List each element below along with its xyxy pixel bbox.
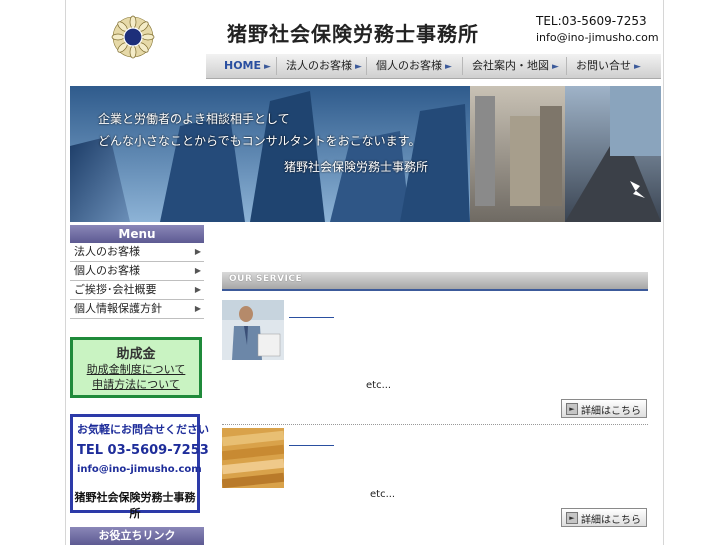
grant-box: 助成金 助成金制度について 申請方法について bbox=[70, 337, 202, 398]
triangle-right-icon: ▶ bbox=[194, 285, 201, 294]
nav-company[interactable]: 会社案内・地図 ► bbox=[472, 54, 559, 78]
chevron-right-icon: ► bbox=[552, 62, 559, 72]
service-heading: OUR SERVICE bbox=[222, 272, 648, 291]
nav-company-label: 会社案内・地図 bbox=[472, 59, 549, 72]
contact-phone: TEL 03-5609-7253 bbox=[77, 443, 209, 458]
nav-contact-label: お問い合せ bbox=[576, 59, 631, 72]
service-photo-businessman bbox=[222, 300, 284, 360]
header-phone: TEL:03-5609-7253 bbox=[536, 14, 647, 28]
nav-corporate[interactable]: 法人のお客様 ► bbox=[286, 54, 362, 78]
sidebar-item-individual[interactable]: 個人のお客様 ▶ bbox=[70, 262, 204, 281]
contact-office-name: 猪野社会保険労務士事務所 bbox=[74, 491, 196, 520]
service-1-details-button[interactable]: ► 詳細はこちら bbox=[561, 399, 647, 418]
sidebar-item-corporate[interactable]: 法人のお客様 ▶ bbox=[70, 243, 204, 262]
service-2-etc: etc... bbox=[370, 489, 396, 500]
sidebar-item-label: 個人のお客様 bbox=[74, 264, 140, 277]
nav-contact[interactable]: お問い合せ ► bbox=[576, 54, 641, 78]
page: 猪野社会保険労務士事務所 TEL:03-5609-7253 info@ino-j… bbox=[0, 0, 727, 545]
contact-email: info@ino-jimusho.com bbox=[77, 464, 202, 475]
sidebar-item-label: 個人情報保護方針 bbox=[74, 302, 162, 315]
sidebar-item-greeting[interactable]: ご挨拶･会社概要 ▶ bbox=[70, 281, 204, 300]
chevron-right-icon: ► bbox=[634, 62, 641, 72]
arrow-right-icon: ► bbox=[566, 512, 578, 524]
site-title: 猪野社会保険労務士事務所 bbox=[227, 22, 479, 46]
hero-banner: 企業と労働者のよき相談相手として どんな小さなことからでもコンサルタントをおこな… bbox=[70, 86, 661, 222]
nav-divider bbox=[462, 57, 463, 75]
details-button-label: 詳細はこちら bbox=[581, 406, 641, 417]
hero-office-name: 猪野社会保険労務士事務所 bbox=[284, 160, 429, 174]
nav-divider bbox=[276, 57, 277, 75]
hero-tagline-2: どんな小さなことからでもコンサルタントをおこないます。 bbox=[98, 134, 421, 148]
service-1-link[interactable] bbox=[289, 316, 334, 318]
triangle-right-icon: ▶ bbox=[194, 266, 201, 275]
menu-title: Menu bbox=[70, 225, 204, 243]
grant-system-link[interactable]: 助成金制度について bbox=[73, 362, 199, 377]
details-button-label: 詳細はこちら bbox=[581, 515, 641, 526]
triangle-right-icon: ▶ bbox=[194, 247, 201, 256]
grant-application-link[interactable]: 申請方法について bbox=[73, 377, 199, 392]
service-photo-signs bbox=[222, 428, 284, 488]
nav-divider bbox=[566, 57, 567, 75]
sidebar-item-privacy[interactable]: 個人情報保護方針 ▶ bbox=[70, 300, 204, 319]
nav-individual-label: 個人のお客様 bbox=[376, 59, 442, 72]
service-2-link[interactable] bbox=[289, 444, 334, 446]
nav-home-label: HOME bbox=[224, 59, 262, 72]
sr-logo-icon[interactable] bbox=[111, 15, 155, 59]
service-heading-label: OUR SERVICE bbox=[229, 274, 303, 284]
sidebar-item-label: 法人のお客様 bbox=[74, 245, 140, 258]
chevron-right-icon: ► bbox=[445, 62, 452, 72]
contact-invite: お気軽にお問合せください bbox=[77, 423, 209, 436]
nav-divider bbox=[366, 57, 367, 75]
service-2-details-button[interactable]: ► 詳細はこちら bbox=[561, 508, 647, 527]
nav-home[interactable]: HOME ► bbox=[224, 54, 271, 78]
header-email[interactable]: info@ino-jimusho.com bbox=[536, 31, 659, 44]
sidebar-menu: Menu 法人のお客様 ▶ 個人のお客様 ▶ ご挨拶･会社概要 ▶ 個人情報保護… bbox=[70, 225, 204, 319]
service-divider bbox=[222, 424, 648, 425]
nav-individual[interactable]: 個人のお客様 ► bbox=[376, 54, 452, 78]
main-nav: HOME ► 法人のお客様 ► 個人のお客様 ► 会社案内・地図 ► お問い合せ ► bbox=[206, 54, 661, 79]
chevron-right-icon: ► bbox=[264, 62, 271, 72]
chevron-right-icon: ► bbox=[355, 62, 362, 72]
triangle-right-icon: ▶ bbox=[194, 304, 201, 313]
service-1-etc: etc... bbox=[366, 380, 392, 391]
nav-corporate-label: 法人のお客様 bbox=[286, 59, 352, 72]
arrow-right-icon: ► bbox=[566, 403, 578, 415]
grant-title: 助成金 bbox=[116, 347, 156, 362]
sidebar-item-label: ご挨拶･会社概要 bbox=[74, 283, 157, 296]
useful-links-header: お役立ちリンク bbox=[70, 527, 204, 545]
hero-tagline-1: 企業と労働者のよき相談相手として bbox=[98, 112, 290, 126]
hero-cityscape-image bbox=[70, 86, 661, 222]
contact-box[interactable]: お気軽にお問合せください TEL 03-5609-7253 info@ino-j… bbox=[70, 414, 209, 520]
